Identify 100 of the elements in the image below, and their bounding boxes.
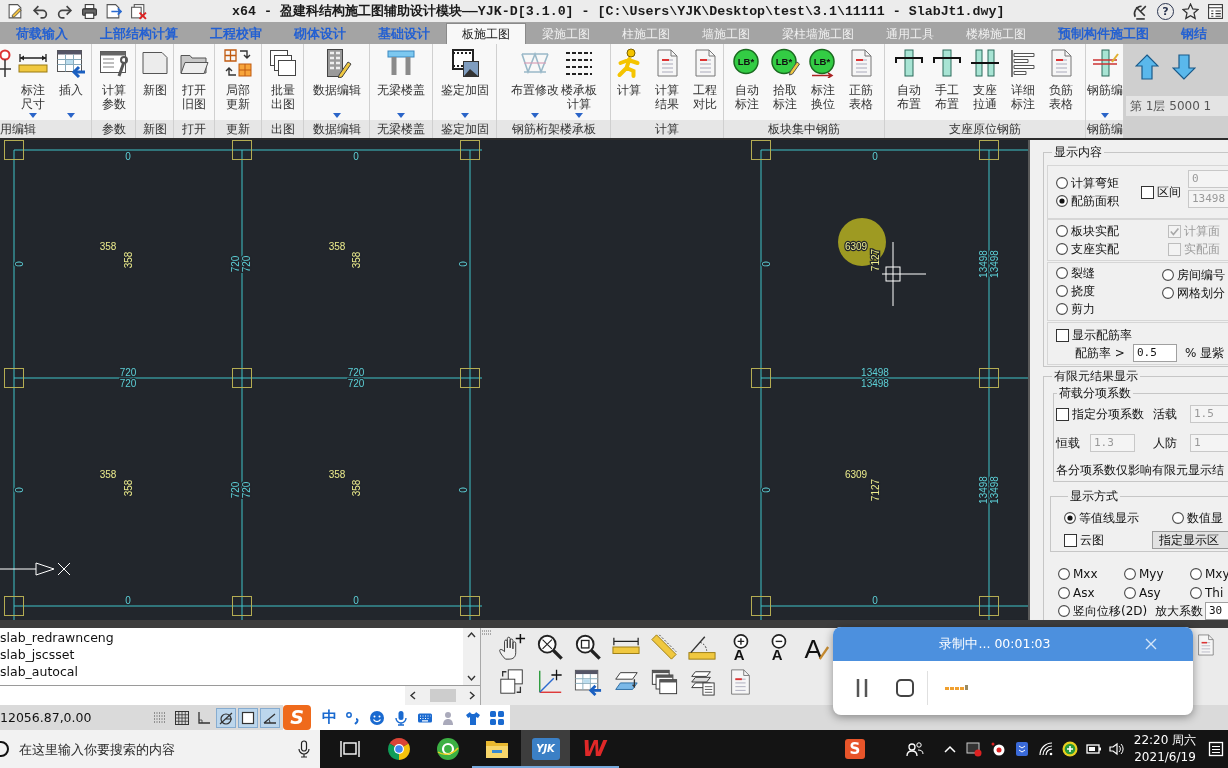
four-squares-icon[interactable]: [489, 709, 505, 726]
printer-icon[interactable]: [80, 2, 98, 20]
ribbon-button[interactable]: 计算: [610, 44, 648, 120]
radio-option[interactable]: 挠度: [1056, 282, 1162, 300]
table-arrow-icon[interactable]: [574, 667, 602, 696]
toggle-button[interactable]: [238, 707, 258, 728]
pause-icon[interactable]: [855, 677, 869, 699]
ribbon-button[interactable]: 计算参数: [94, 44, 133, 120]
stack-icon[interactable]: [1014, 741, 1030, 757]
stop-icon[interactable]: [895, 678, 915, 698]
checkbox-option[interactable]: 指定分项系数: [1056, 405, 1153, 423]
ribbon-button[interactable]: 钢筋编: [1085, 44, 1124, 120]
smiley-icon[interactable]: [369, 709, 385, 726]
text-brush-tool[interactable]: A: [802, 632, 830, 661]
notification-icon[interactable]: [1208, 741, 1224, 757]
punctuation-icon[interactable]: [345, 709, 361, 726]
number-field[interactable]: 0.5: [1133, 344, 1177, 362]
ribbon-button[interactable]: 打开旧图: [175, 44, 213, 120]
document-icon[interactable]: [1197, 634, 1214, 656]
star-icon[interactable]: [1182, 2, 1199, 20]
radio-option[interactable]: 剪力: [1056, 300, 1162, 318]
ribbon-button[interactable]: 鉴定加固: [439, 44, 490, 120]
checkbox-option[interactable]: 显示配筋率: [1056, 326, 1132, 344]
axes-move-icon[interactable]: [536, 667, 564, 696]
radio-option[interactable]: 等值线显示: [1064, 509, 1172, 527]
radio-option[interactable]: Asx: [1058, 583, 1124, 602]
ribbon-button[interactable]: LB* 拾取标注: [766, 44, 804, 120]
satellite-dish-icon[interactable]: [1132, 2, 1149, 20]
radio-option[interactable]: 竖向位移(2D): [1058, 602, 1155, 620]
search-box[interactable]: 在这里输入你要搜索的内容: [0, 730, 320, 768]
range-button[interactable]: 指定显示区: [1152, 531, 1228, 549]
edit-page-icon[interactable]: [7, 2, 24, 20]
checkbox-option[interactable]: 区间: [1141, 183, 1188, 201]
text-magnify-tool[interactable]: A: [726, 632, 754, 661]
hand-move-icon[interactable]: [498, 632, 526, 661]
radio-option[interactable]: 网格划分: [1162, 284, 1225, 302]
horizontal-scrollbar[interactable]: [405, 686, 480, 705]
up-arrow-icon[interactable]: [1135, 54, 1159, 80]
radio-option[interactable]: 支座实配: [1056, 240, 1168, 258]
text-shrink-tool[interactable]: A: [764, 632, 792, 661]
ime-logo[interactable]: S: [845, 739, 865, 759]
shirt-icon[interactable]: [465, 709, 481, 726]
taskbar-app[interactable]: YJK: [521, 730, 570, 768]
export-page-icon[interactable]: [105, 2, 122, 20]
radio-option[interactable]: 裂缝: [1056, 264, 1162, 282]
scroll-thumb[interactable]: [429, 689, 456, 702]
ribbon-button[interactable]: 计算结果: [648, 44, 686, 120]
scroll-up-icon[interactable]: [467, 631, 476, 638]
radio-option[interactable]: Thi: [1190, 583, 1228, 602]
screen-badge-icon[interactable]: [966, 741, 982, 757]
ribbon-button[interactable]: 支座拉通: [966, 44, 1004, 120]
ribbon-button[interactable]: 插入: [52, 44, 90, 120]
ribbon-button[interactable]: 新图: [135, 44, 174, 120]
ime-mode-label[interactable]: 中: [322, 705, 337, 730]
zoom-window-icon[interactable]: [574, 632, 602, 661]
toggle-button[interactable]: [260, 707, 280, 728]
record-dot-icon[interactable]: [990, 741, 1006, 757]
checkbox-option[interactable]: 云图: [1064, 531, 1152, 549]
window-list-icon[interactable]: [1207, 2, 1224, 20]
ribbon-button[interactable]: LB* 标注换位: [804, 44, 842, 120]
radio-option[interactable]: Asy: [1124, 583, 1190, 602]
plus-circle-icon[interactable]: [1062, 741, 1078, 757]
stacked-windows-icon[interactable]: [650, 667, 678, 696]
speaker-icon[interactable]: [1108, 741, 1124, 757]
ribbon-button[interactable]: 手工布置: [928, 44, 966, 120]
number-field[interactable]: 30: [1205, 602, 1228, 620]
radio-option[interactable]: 计算弯矩: [1056, 174, 1141, 192]
vertical-scrollbar[interactable]: [463, 628, 480, 685]
ribbon-button[interactable]: 标注尺寸: [14, 44, 52, 120]
ribbon-button[interactable]: 负筋表格: [1042, 44, 1080, 120]
battery-icon[interactable]: [1086, 741, 1102, 757]
task-view-icon[interactable]: [339, 740, 360, 758]
ribbon-button[interactable]: 正筋表格: [842, 44, 880, 120]
radio-option[interactable]: Myy: [1124, 564, 1190, 583]
ribbon-button[interactable]: 详细标注: [1004, 44, 1042, 120]
microphone-icon[interactable]: [298, 740, 310, 758]
splitter-bar[interactable]: [0, 620, 1228, 628]
zoom-extents-icon[interactable]: [536, 632, 564, 661]
ribbon-button[interactable]: 楼承板计算: [559, 44, 598, 120]
copy-swap-icon[interactable]: [498, 667, 526, 696]
search-field[interactable]: 在这里输入你要搜索的内容: [10, 739, 298, 759]
ribbon-button[interactable]: 局部更新: [219, 44, 257, 120]
ribbon-tab[interactable]: 板施工图: [446, 23, 526, 44]
radio-option[interactable]: Mxx: [1058, 564, 1124, 583]
ribbon-button[interactable]: 批量出图: [263, 44, 302, 120]
radio-option[interactable]: 板块实配: [1056, 222, 1168, 240]
ribbon-button[interactable]: LB* 自动标注: [728, 44, 766, 120]
ribbon-button[interactable]: 工程对比: [686, 44, 724, 120]
radio-option[interactable]: 配筋面积: [1056, 192, 1141, 210]
ribbon-button[interactable]: 无梁楼盖: [376, 44, 426, 120]
clock-time[interactable]: 22:20 周六: [1126, 732, 1204, 749]
ribbon-button[interactable]: 自动布置: [890, 44, 928, 120]
close-icon[interactable]: [1145, 638, 1157, 650]
ribbon-button[interactable]: 布置修改: [509, 44, 560, 120]
radio-option[interactable]: 房间编号: [1162, 266, 1225, 284]
taskbar-app[interactable]: W: [570, 730, 619, 768]
floor-field[interactable]: 第 1层 5000 1: [1126, 96, 1228, 116]
toggle-button[interactable]: [216, 707, 236, 728]
clock-date[interactable]: 2021/6/19: [1126, 749, 1204, 766]
ribbon-button[interactable]: 数据编辑: [311, 44, 362, 120]
